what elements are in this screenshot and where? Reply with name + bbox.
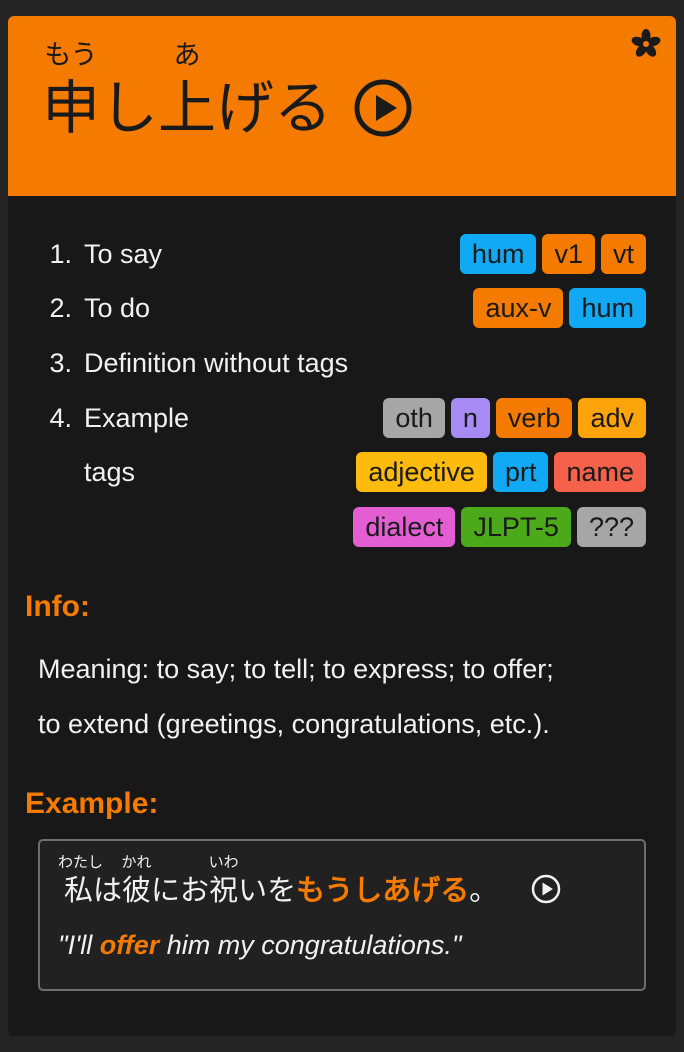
- headword: もう 申 し あ 上 げる: [42, 40, 333, 144]
- highlighted-word: もうしあげる: [296, 875, 470, 907]
- headword-char: し: [100, 76, 159, 141]
- example-english: "I'll offer him my congratulations.": [58, 930, 462, 960]
- definition-number: 3.: [49, 348, 72, 378]
- definition-number: 2.: [49, 293, 72, 323]
- definition-item: 4. Example oth n verb adv: [8, 396, 676, 440]
- example-heading: Example:: [25, 787, 159, 820]
- furigana: かれ: [121, 854, 152, 871]
- tag: hum: [459, 234, 537, 274]
- highlighted-word: offer: [99, 930, 160, 960]
- tag: oth: [383, 398, 445, 438]
- flashcard: もう 申 し あ 上 げる 1. To say hum v1 vt 2. To …: [8, 16, 676, 1036]
- furigana: わたし: [58, 854, 104, 871]
- tag: adjective: [356, 452, 487, 492]
- definition-text: Example: [84, 403, 190, 433]
- tag: adv: [578, 398, 646, 438]
- furigana: あ: [173, 40, 201, 70]
- definition-text: tags: [84, 457, 136, 487]
- example-japanese: わたし私 は かれ彼 にお いわ祝 いを もうしあげる 。: [58, 855, 498, 911]
- definition-item-continued: dialect JLPT-5 ???: [8, 505, 676, 549]
- tag: verb: [495, 398, 573, 438]
- furigana: いわ: [208, 854, 239, 871]
- tag: name: [554, 452, 646, 492]
- headword-char: あ 上: [158, 40, 217, 141]
- info-line: Meaning: to say; to tell; to express; to…: [38, 654, 554, 684]
- play-circle-icon[interactable]: [353, 78, 413, 138]
- flower-icon[interactable]: [630, 28, 662, 60]
- headword-char: もう 申: [42, 40, 101, 141]
- info-line: to extend (greetings, congratulations, e…: [38, 709, 550, 739]
- definition-number: 4.: [49, 403, 72, 433]
- definition-item-continued: tags adjective prt name: [8, 450, 676, 494]
- card-header: もう 申 し あ 上 げる: [8, 16, 676, 196]
- tag: aux-v: [473, 288, 564, 328]
- tag: JLPT-5: [461, 507, 571, 547]
- tag: dialect: [353, 507, 456, 547]
- tag: n: [450, 398, 490, 438]
- definition-number: 1.: [49, 239, 72, 269]
- play-circle-icon[interactable]: [530, 873, 562, 905]
- tag-list: adjective prt name: [356, 452, 646, 492]
- tag-list: aux-v hum: [473, 288, 646, 328]
- tag-list: dialect JLPT-5 ???: [353, 507, 646, 547]
- tag: prt: [492, 452, 549, 492]
- furigana: もう: [44, 40, 98, 70]
- definition-item: 3. Definition without tags: [8, 341, 676, 385]
- definition-item: 2. To do aux-v hum: [8, 286, 676, 330]
- headword-char: げる: [216, 76, 333, 141]
- info-text: Meaning: to say; to tell; to express; to…: [38, 642, 648, 752]
- definition-text: To say: [84, 239, 163, 269]
- tag-list: oth n verb adv: [383, 398, 646, 438]
- definition-item: 1. To say hum v1 vt: [8, 232, 676, 276]
- tag: ???: [576, 507, 646, 547]
- definition-text: Definition without tags: [84, 348, 349, 378]
- example-box: わたし私 は かれ彼 にお いわ祝 いを もうしあげる 。 "I'll offe…: [38, 839, 646, 991]
- tag: hum: [569, 288, 646, 328]
- tag: vt: [600, 234, 646, 274]
- info-heading: Info:: [25, 590, 90, 623]
- tag: v1: [542, 234, 595, 274]
- definition-text: To do: [84, 293, 151, 323]
- tag-list: hum v1 vt: [459, 234, 646, 274]
